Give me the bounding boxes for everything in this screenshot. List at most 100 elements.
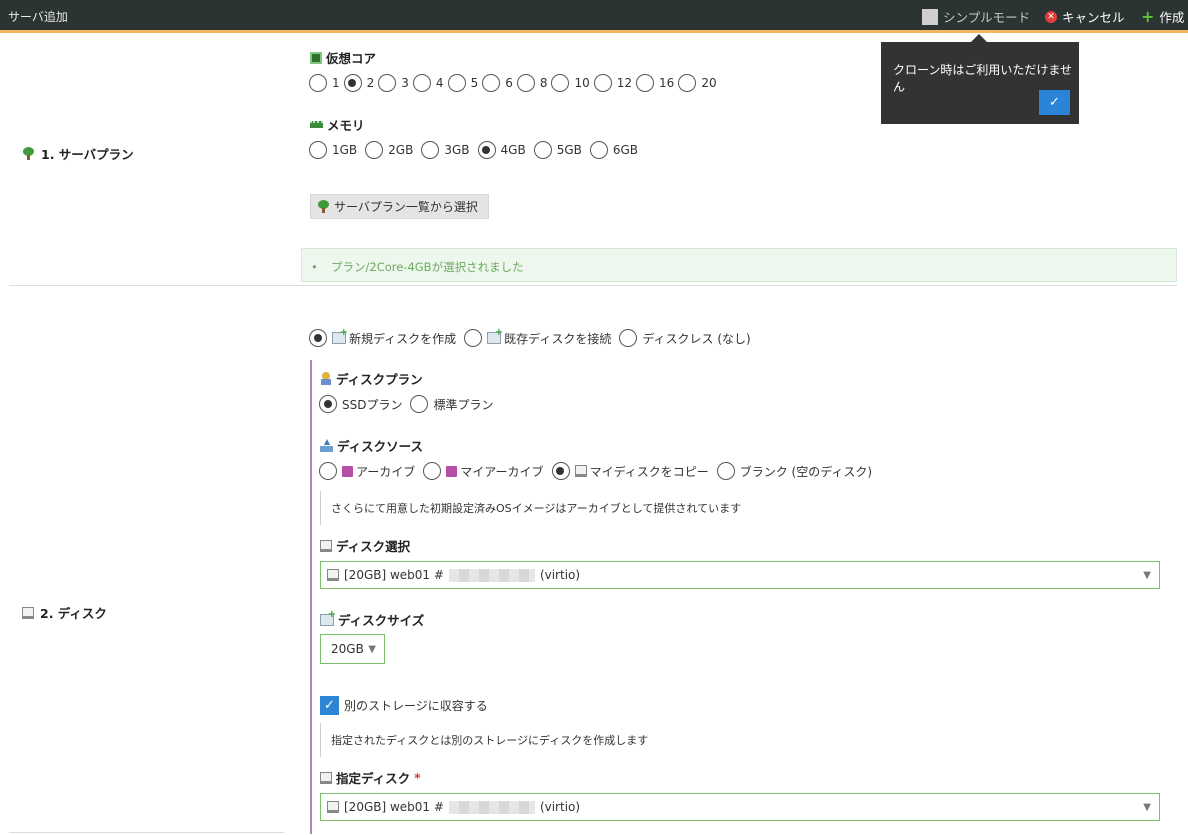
disk-size-label-text: ディスクサイズ [338,613,425,628]
redacted-id [448,568,535,582]
disk-mode-option[interactable]: ディスクレス (なし) [619,329,751,347]
disk-source-option-label: ブランク (空のディスク) [739,464,873,479]
disk-mode-option[interactable]: 新規ディスクを作成 [309,327,456,347]
disk-source-option-label: マイディスクをコピー [589,464,709,479]
radio-button[interactable] [482,74,501,92]
medal-icon [320,371,332,386]
radio-button[interactable] [619,329,638,347]
cpu-core-option-label: 3 [401,76,409,90]
memory-option[interactable]: 1GB [309,141,357,159]
disk-size-value: 20GB [331,642,364,656]
section-disk-label: 2. ディスク [40,606,107,621]
radio-button[interactable] [423,462,442,480]
disk-plan-label-text: ディスクプラン [336,372,423,387]
section-disk: 2. ディスク [22,603,107,622]
cpu-label-text: 仮想コア [326,51,377,66]
cpu-core-option[interactable]: 4 [412,74,444,92]
cpu-core-option[interactable]: 2 [343,74,374,92]
disk-size-label: ディスクサイズ [320,609,425,629]
radio-button[interactable] [319,462,337,480]
disk-source-option[interactable]: アーカイブ [319,462,415,480]
disk-select-label: ディスク選択 [320,536,410,555]
success-text: プラン/2Core-4GBが選択されました [331,260,524,274]
tooltip-ok-button[interactable]: ✓ [1039,90,1070,115]
memory-option-label: 1GB [332,143,358,157]
radio-button[interactable] [516,74,535,92]
cancel-button[interactable]: ✕ キャンセル [1045,7,1125,26]
cpu-core-option[interactable]: 20 [678,74,717,92]
cpu-core-option[interactable]: 6 [482,74,513,92]
section-server-plan: 1. サーバプラン [22,144,134,163]
cpu-core-option[interactable]: 12 [593,74,632,92]
cpu-core-option-label: 10 [574,76,590,90]
radio-button[interactable] [589,141,608,159]
radio-button[interactable] [533,141,552,159]
disk-source-option-label: マイアーカイブ [460,464,544,479]
radio-button[interactable] [365,141,384,159]
floppy-icon [342,465,353,477]
cpu-core-option[interactable]: 16 [636,74,674,92]
radio-button[interactable] [678,74,697,92]
tree-icon [317,200,330,213]
cpu-core-option[interactable]: 10 [551,74,590,92]
checkbox-checked-icon[interactable]: ✓ [320,696,339,715]
cpu-core-option[interactable]: 8 [516,74,547,92]
disk-plan-option-label: 標準プラン [433,397,494,412]
target-disk-label: 指定ディスク * [320,768,421,787]
radio-button[interactable] [421,141,440,159]
memory-option[interactable]: 2GB [365,141,413,159]
disk-select-value-prefix: [20GB] web01 # [344,568,444,582]
create-button[interactable]: + 作成 [1141,7,1184,26]
memory-option[interactable]: 6GB [589,141,638,159]
radio-button[interactable] [319,395,337,413]
radio-button[interactable] [309,329,327,347]
cpu-chip-icon [310,51,322,64]
radio-button[interactable] [410,395,429,413]
radio-button[interactable] [464,329,483,347]
disk-size-dropdown[interactable]: 20GB ▼ [320,634,385,664]
disk-source-option[interactable]: マイアーカイブ [423,462,544,480]
disk-plan-label: ディスクプラン [320,369,423,388]
memory-option[interactable]: 5GB [533,141,582,159]
cpu-label: 仮想コア [310,48,376,67]
other-storage-checkbox[interactable]: ✓ 別のストレージに収容する [320,696,488,715]
memory-option[interactable]: 3GB [421,141,470,159]
radio-button[interactable] [343,74,362,92]
redacted-id [448,800,535,814]
target-disk-label-text: 指定ディスク [336,771,411,786]
disk-icon [327,569,339,581]
radio-button[interactable] [551,74,570,92]
memory-option[interactable]: 4GB [477,141,526,159]
disk-options-guide-line [310,360,312,834]
bullet: • [311,260,318,274]
radio-button[interactable] [551,462,570,480]
disk-source-note-text: さくらにて用意した初期設定済みOSイメージはアーカイブとして提供されています [331,502,742,515]
radio-button[interactable] [716,462,735,480]
disk-plan-option[interactable]: 標準プラン [410,395,494,413]
radio-button[interactable] [378,74,397,92]
memory-option-label: 3GB [444,143,470,157]
disk-mode-option[interactable]: 既存ディスクを接続 [464,327,611,347]
disk-plan-option[interactable]: SSDプラン [319,395,402,413]
top-bar: サーバ追加 シンプルモード ✕ キャンセル + 作成 [0,0,1188,33]
radio-button[interactable] [593,74,612,92]
radio-button[interactable] [477,141,496,159]
simple-mode-button[interactable]: シンプルモード [922,7,1030,26]
radio-button[interactable] [636,74,655,92]
cpu-core-option-label: 6 [505,76,513,90]
radio-button[interactable] [412,74,431,92]
cpu-core-option[interactable]: 3 [378,74,409,92]
disk-source-option[interactable]: ブランク (空のディスク) [716,462,873,480]
radio-button[interactable] [309,141,327,159]
disk-source-option[interactable]: マイディスクをコピー [551,462,709,480]
cpu-core-option[interactable]: 5 [447,74,478,92]
section-divider [9,285,1177,286]
disk-attach-icon [487,327,503,344]
target-disk-dropdown[interactable]: [20GB] web01 # (virtio) ▼ [320,793,1160,821]
plan-list-button[interactable]: サーバプラン一覧から選択 [310,194,489,219]
upload-icon [320,439,333,452]
disk-select-dropdown[interactable]: [20GB] web01 # (virtio) ▼ [320,561,1160,589]
cpu-core-option[interactable]: 1 [309,74,340,92]
radio-button[interactable] [309,74,327,92]
radio-button[interactable] [447,74,466,92]
